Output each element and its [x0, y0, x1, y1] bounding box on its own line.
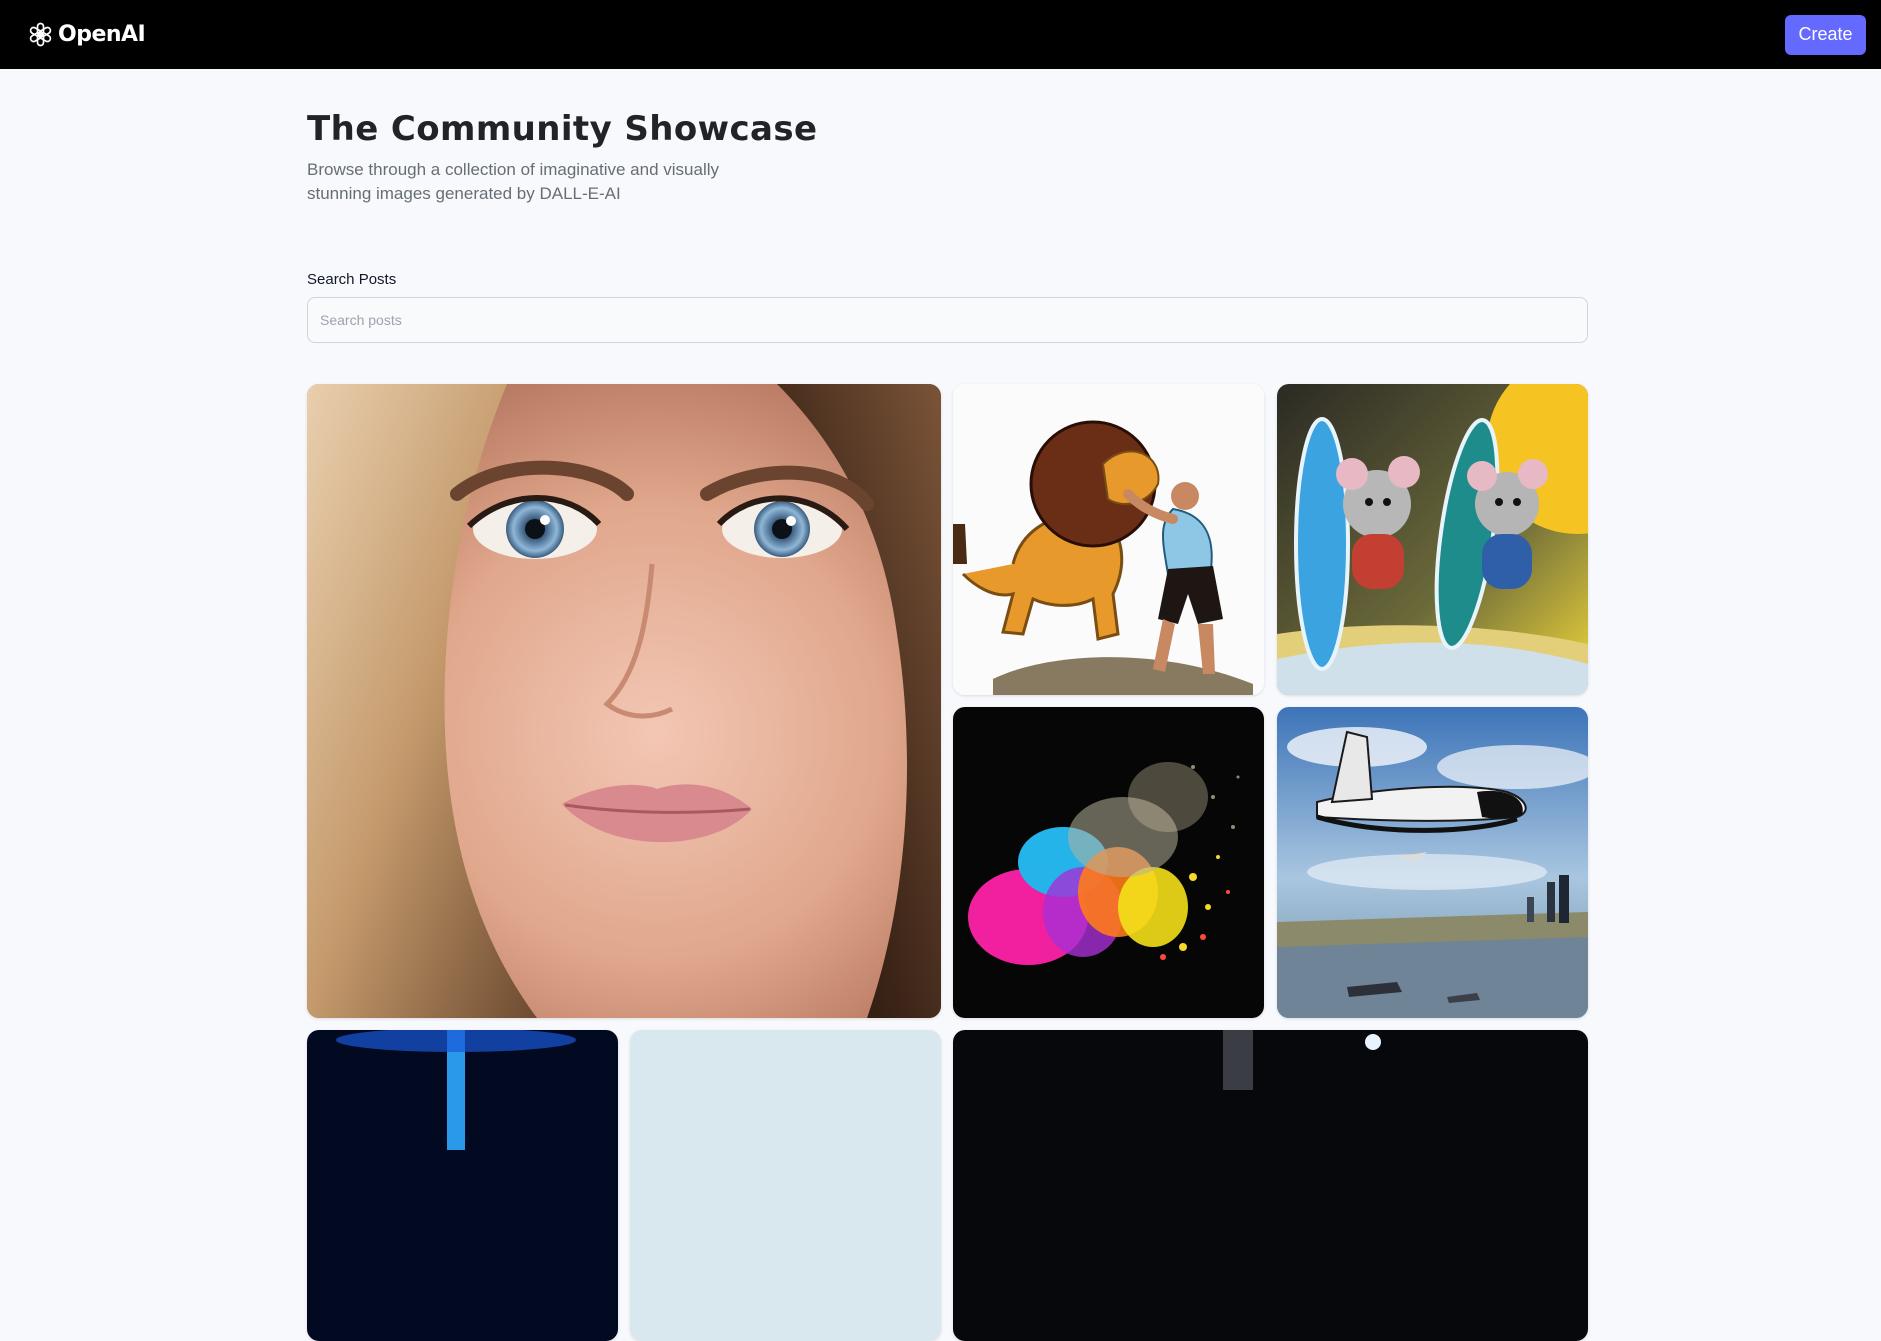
brand-link[interactable]: OpenAI [26, 20, 145, 49]
gallery-card-lion[interactable] [953, 384, 1264, 695]
search-label: Search Posts [307, 271, 396, 288]
gallery-card-blue-tunnel[interactable] [307, 1030, 618, 1341]
page-title: The Community Showcase [307, 109, 817, 149]
search-input[interactable] [307, 297, 1588, 343]
brand-name: OpenAI [58, 22, 145, 47]
top-navbar: OpenAI Create [0, 0, 1881, 69]
create-button[interactable]: Create [1785, 15, 1866, 55]
pale-sky-image [630, 1030, 941, 1341]
gallery-card-shuttle[interactable] [1277, 707, 1588, 1018]
powder-explosion-image [953, 707, 1264, 1018]
page-subtitle: Browse through a collection of imaginati… [307, 158, 777, 206]
lion-image [953, 384, 1264, 695]
gallery-card-portrait[interactable] [307, 384, 941, 1018]
gallery-card-pale-sky[interactable] [630, 1030, 941, 1341]
night-scene-image [953, 1030, 1588, 1341]
mice-surfboards-image [1277, 384, 1588, 695]
gallery-card-powder[interactable] [953, 707, 1264, 1018]
image-gallery [307, 384, 1588, 1124]
space-shuttle-image [1277, 707, 1588, 1018]
blue-tunnel-image [307, 1030, 618, 1341]
portrait-image [307, 384, 941, 1018]
gallery-card-mice[interactable] [1277, 384, 1588, 695]
gallery-card-night[interactable] [953, 1030, 1588, 1341]
openai-logo-icon [26, 20, 55, 49]
